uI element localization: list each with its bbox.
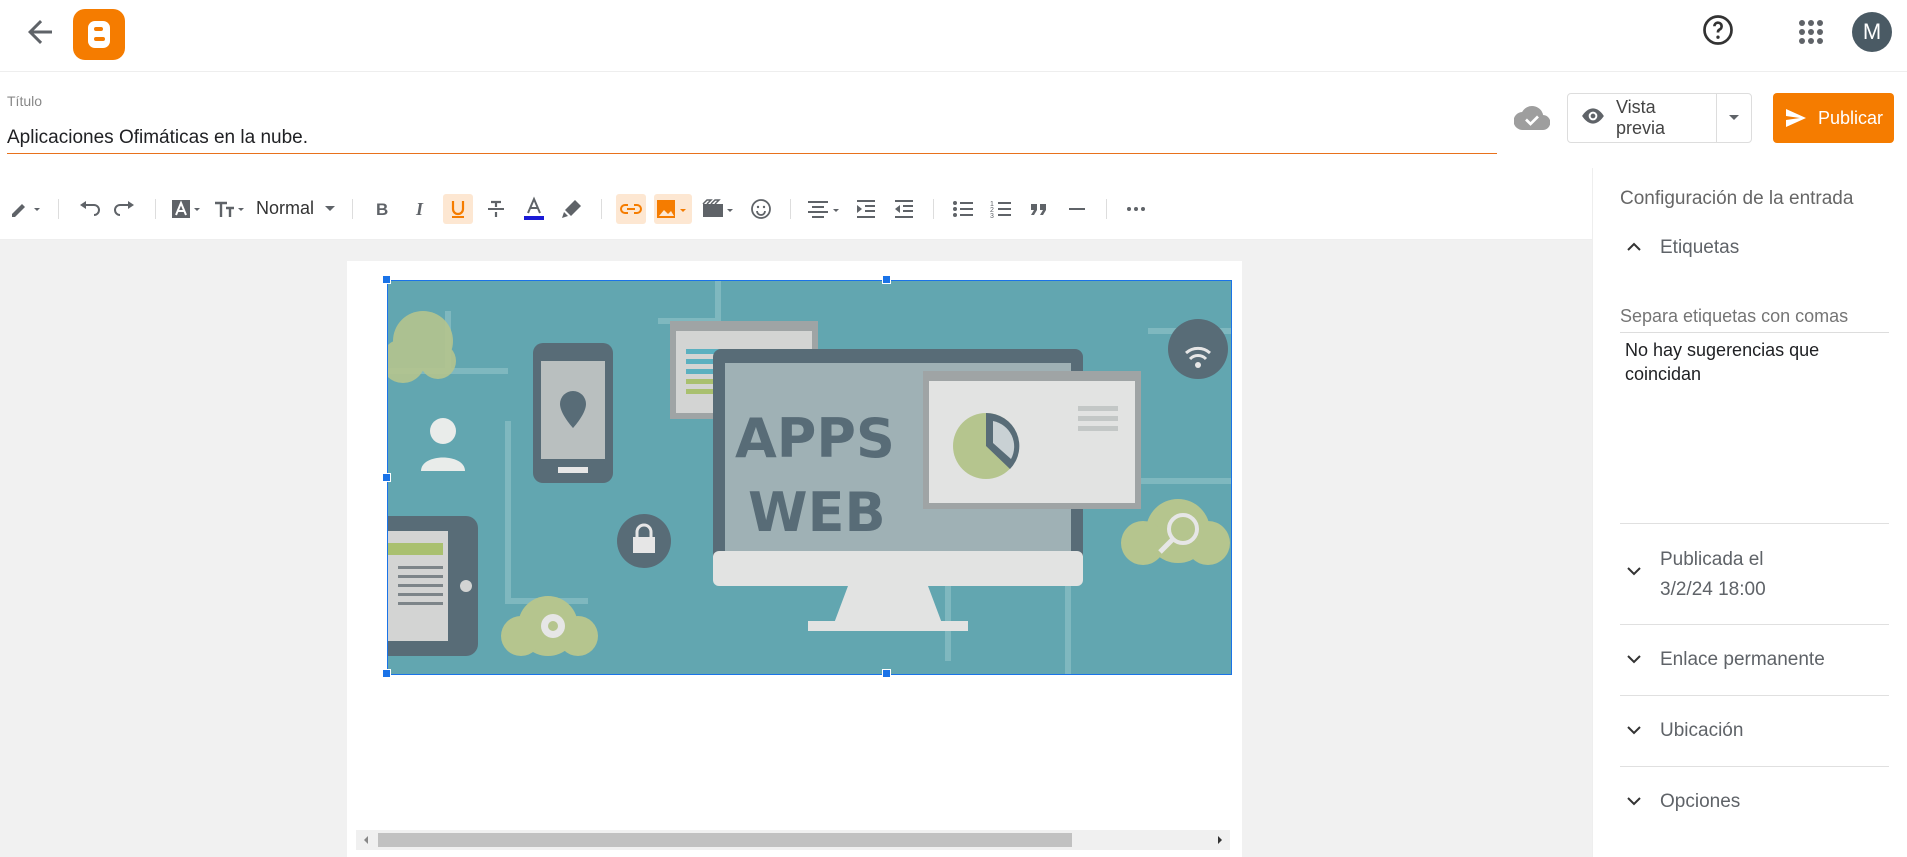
formatting-toolbar: Normal B I 123: [0, 178, 1592, 240]
section-divider: [1620, 523, 1889, 524]
insert-image-icon[interactable]: [654, 193, 693, 224]
location-section-label: Ubicación: [1660, 720, 1744, 741]
chevron-down-icon: [1620, 557, 1648, 585]
paragraph-format-label: Normal: [256, 198, 315, 218]
resize-handle[interactable]: [382, 669, 391, 678]
arrow-back-icon[interactable]: [22, 14, 58, 50]
toolbar-divider: [155, 198, 156, 219]
highlight-icon[interactable]: [557, 194, 587, 224]
link-icon[interactable]: [616, 193, 647, 224]
preview-button-group: Vista previa: [1567, 93, 1752, 143]
preview-label: Vista previa: [1616, 97, 1666, 138]
numbered-list-icon[interactable]: 123: [986, 194, 1016, 224]
image-text-web: WEB: [748, 481, 886, 544]
font-family-icon[interactable]: [170, 194, 204, 224]
bulleted-list-icon[interactable]: [948, 194, 978, 224]
svg-text:3: 3: [990, 213, 994, 220]
chevron-down-icon: [1620, 645, 1648, 673]
permalink-section-header[interactable]: Enlace permanente: [1620, 645, 1889, 675]
emoji-icon[interactable]: [746, 194, 776, 224]
location-section-header[interactable]: Ubicación: [1620, 716, 1889, 746]
more-options-icon[interactable]: [1121, 194, 1151, 224]
indent-increase-icon[interactable]: [851, 194, 881, 224]
options-section-label: Opciones: [1660, 791, 1741, 812]
send-icon: [1785, 109, 1806, 127]
avatar[interactable]: M: [1852, 12, 1892, 52]
bold-icon[interactable]: B: [367, 194, 397, 224]
title-input[interactable]: [7, 122, 1497, 154]
text-color-icon[interactable]: [519, 194, 549, 224]
image-text-apps: APPS: [735, 407, 895, 470]
toolbar-divider: [1106, 198, 1108, 219]
svg-text:I: I: [415, 199, 424, 219]
undo-icon[interactable]: [73, 194, 103, 224]
underline-icon[interactable]: [443, 193, 474, 224]
publish-button[interactable]: Publicar: [1773, 93, 1894, 143]
top-bar: M: [0, 0, 1907, 72]
chevron-down-icon[interactable]: [1717, 94, 1751, 142]
preview-button[interactable]: Vista previa: [1568, 94, 1718, 142]
toolbar-divider: [352, 198, 354, 219]
align-center-icon[interactable]: [805, 194, 843, 224]
section-divider: [1620, 695, 1889, 696]
cloud-saved-icon: [1513, 104, 1551, 132]
toolbar-divider: [933, 198, 935, 219]
italic-icon[interactable]: I: [405, 194, 435, 224]
post-image[interactable]: APPS WEB: [387, 280, 1232, 675]
options-section-header[interactable]: Opciones: [1620, 787, 1889, 817]
permalink-section-label: Enlace permanente: [1660, 649, 1825, 670]
published-section-header[interactable]: Publicada el 3/2/24 18:00: [1620, 545, 1889, 605]
paragraph-format-dropdown[interactable]: Normal: [256, 194, 338, 224]
resize-handle[interactable]: [382, 275, 391, 284]
apps-grid-icon[interactable]: [1793, 14, 1829, 50]
chevron-up-icon: [1620, 233, 1648, 261]
eye-icon: [1580, 103, 1606, 134]
toolbar-divider: [601, 198, 603, 219]
labels-section-header[interactable]: Etiquetas: [1620, 233, 1889, 263]
section-divider: [1620, 624, 1889, 625]
horizontal-scrollbar[interactable]: [356, 830, 1230, 850]
toolbar-divider: [790, 198, 792, 219]
title-label: Título: [7, 93, 43, 109]
quote-icon[interactable]: [1024, 194, 1054, 224]
svg-text:B: B: [376, 200, 388, 219]
strikethrough-icon[interactable]: [481, 194, 511, 224]
published-date: 3/2/24 18:00: [1660, 579, 1766, 600]
scrollbar-thumb[interactable]: [378, 833, 1072, 847]
no-suggestions-text: No hay sugerencias que coincidan: [1625, 340, 1820, 384]
indent-decrease-icon[interactable]: [889, 194, 919, 224]
publish-label: Publicar: [1817, 107, 1884, 128]
insert-video-icon[interactable]: [700, 194, 738, 224]
section-divider: [1620, 766, 1889, 767]
resize-handle[interactable]: [382, 473, 391, 482]
toolbar-divider: [58, 198, 59, 219]
sidebar-title: Configuración de la entrada: [1620, 188, 1854, 209]
labels-section-label: Etiquetas: [1660, 237, 1740, 258]
resize-handle[interactable]: [882, 275, 891, 284]
published-section-label: Publicada el 3/2/24 18:00: [1660, 545, 1766, 605]
labels-input[interactable]: [1620, 301, 1889, 333]
font-size-icon[interactable]: [212, 194, 248, 224]
help-icon[interactable]: [1700, 12, 1736, 48]
pencil-mode-icon[interactable]: [10, 194, 44, 224]
horizontal-rule-icon[interactable]: [1062, 194, 1092, 224]
resize-handle[interactable]: [882, 669, 891, 678]
published-label: Publicada el: [1660, 549, 1764, 570]
blogger-logo[interactable]: [73, 9, 125, 60]
redo-icon[interactable]: [111, 194, 141, 224]
post-settings-sidebar: Configuración de la entrada Etiquetas No…: [1592, 168, 1907, 857]
chevron-down-icon: [1620, 716, 1648, 744]
chevron-down-icon: [1620, 787, 1648, 815]
